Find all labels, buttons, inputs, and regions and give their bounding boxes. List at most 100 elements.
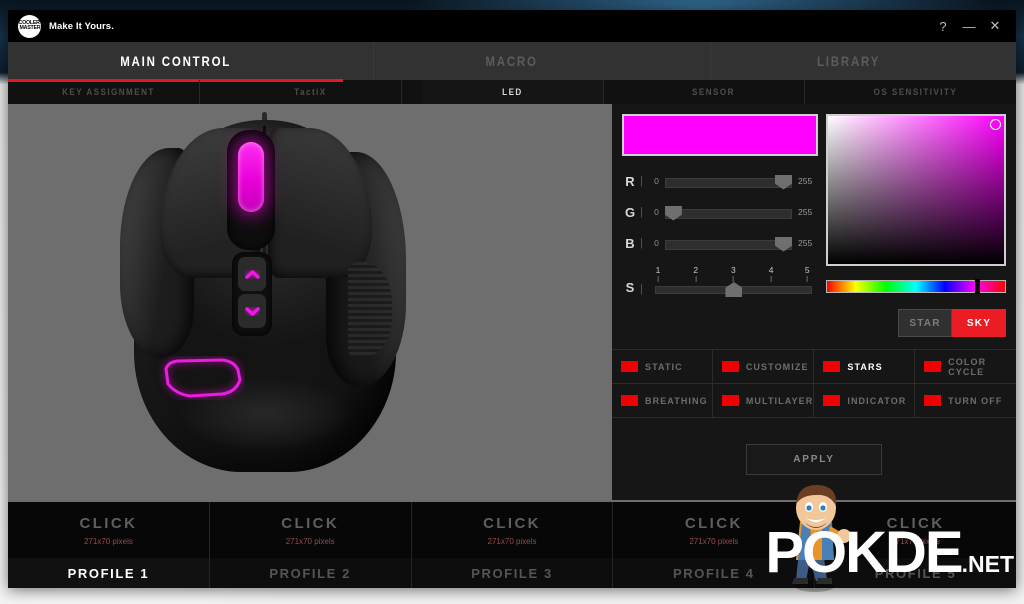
minimize-icon[interactable]: — <box>956 13 982 39</box>
content-body: R | 0 255 G | 0 255 B | 0 255 S | 1 2 3 … <box>8 104 1016 500</box>
chevron-down-icon <box>244 306 260 316</box>
profile-thumbnail[interactable]: CLICK 271x70 pixels <box>411 502 613 558</box>
blue-min-value: 0 <box>654 238 659 248</box>
effect-breathing[interactable]: BREATHING <box>612 384 713 417</box>
apply-section: APPLY <box>612 418 1016 500</box>
profile-name: PROFILE 4 <box>613 558 815 588</box>
effect-indicator[interactable]: INDICATOR <box>814 384 916 417</box>
effect-label: CUSTOMIZE <box>745 361 809 372</box>
tab-library[interactable]: LIBRARY <box>709 42 986 80</box>
speed-tick-3: 3 <box>731 265 736 275</box>
profile-slot-1[interactable]: CLICK 271x70 pixels PROFILE 1 <box>8 502 210 588</box>
effect-color-swatch <box>924 395 942 406</box>
mouse-scroll-wheel-led <box>238 142 264 212</box>
speed-tick-4: 4 <box>768 265 774 275</box>
hue-slider[interactable] <box>826 279 1006 294</box>
blue-slider-track <box>664 239 792 250</box>
profile-slot-2[interactable]: CLICK 271x70 pixels PROFILE 2 <box>209 502 412 588</box>
green-slider[interactable] <box>664 205 792 221</box>
effect-label: INDICATOR <box>847 395 907 406</box>
speed-tick-labels: 1 2 3 4 5 <box>655 265 812 283</box>
red-slider[interactable] <box>664 174 792 190</box>
window-controls: ? — ✕ <box>930 13 1016 39</box>
divider: | <box>640 237 643 249</box>
profile-click-label: CLICK <box>79 514 138 532</box>
effect-label: STARS <box>847 361 883 372</box>
profile-click-label: CLICK <box>886 514 945 532</box>
led-control-panel: R | 0 255 G | 0 255 B | 0 255 S | 1 2 3 … <box>612 104 1016 500</box>
profile-thumbnail[interactable]: CLICK 271x70 pixels <box>209 502 411 558</box>
effect-customize[interactable]: CUSTOMIZE <box>712 350 815 384</box>
subtab-led[interactable]: LED <box>421 80 604 104</box>
effect-color-swatch <box>721 395 739 406</box>
profile-name: PROFILE 1 <box>8 558 209 588</box>
sv-cursor[interactable] <box>990 119 1001 130</box>
effect-turn-off[interactable]: TURN OFF <box>915 384 1016 417</box>
profile-size-hint: 271x70 pixels <box>83 536 133 546</box>
effect-label: BREATHING <box>645 395 708 406</box>
effect-color-cycle[interactable]: COLOR CYCLE <box>915 350 1016 384</box>
profile-name: PROFILE 5 <box>815 558 1016 588</box>
toggle-sky[interactable]: SKY <box>952 309 1006 337</box>
tab-macro[interactable]: MACRO <box>373 42 650 80</box>
speed-label: S <box>625 280 635 295</box>
help-icon[interactable]: ? <box>930 13 956 39</box>
speed-tick-5: 5 <box>804 265 810 275</box>
subtab-tactix[interactable]: TactiX <box>220 80 402 104</box>
effect-color-swatch <box>823 361 841 372</box>
mouse-dpi-up-button <box>238 257 266 291</box>
speed-slider-knob[interactable] <box>725 282 743 297</box>
effect-color-swatch <box>823 395 841 406</box>
chevron-up-icon <box>244 269 260 279</box>
color-preview-swatch[interactable] <box>622 114 818 156</box>
profile-click-label: CLICK <box>281 514 340 532</box>
speed-slider[interactable]: 1 2 3 4 5 <box>654 265 812 297</box>
effect-color-swatch <box>621 395 638 406</box>
profile-thumbnail[interactable]: CLICK 271x70 pixels <box>613 502 815 558</box>
mouse-preview-pane <box>8 104 612 500</box>
subtab-sensor[interactable]: SENSOR <box>623 80 806 104</box>
profile-size-hint: 271x70 pixels <box>487 536 537 546</box>
close-icon[interactable]: ✕ <box>982 13 1008 39</box>
profile-click-label: CLICK <box>684 514 743 532</box>
subtab-key-assignment[interactable]: KEY ASSIGNMENT <box>18 80 200 104</box>
sub-tab-bar: KEY ASSIGNMENT TactiX LED SENSOR OS SENS… <box>8 80 1016 104</box>
effect-color-swatch <box>924 361 942 372</box>
channel-sliders: R | 0 255 G | 0 255 B | 0 255 S | 1 2 3 … <box>622 168 818 297</box>
slider-row-green: G | 0 255 <box>622 199 818 225</box>
blue-slider[interactable] <box>664 236 792 252</box>
saturation-value-field[interactable] <box>826 114 1006 266</box>
brand-logo: COOLER MASTER Make It Yours. <box>8 14 114 38</box>
profile-click-label: CLICK <box>483 514 541 532</box>
hue-slider-cursor[interactable] <box>974 279 980 294</box>
profile-slot-4[interactable]: CLICK 271x70 pixels PROFILE 4 <box>613 502 816 588</box>
apply-button[interactable]: APPLY <box>746 443 882 475</box>
green-min-value: 0 <box>654 207 659 217</box>
profile-thumbnail[interactable]: CLICK 271x70 pixels <box>815 502 1016 558</box>
green-slider-track <box>664 208 792 219</box>
profile-name: PROFILE 3 <box>411 558 613 588</box>
profile-thumbnail[interactable]: CLICK 271x70 pixels <box>8 502 209 558</box>
profile-size-hint: 271x70 pixels <box>891 536 941 546</box>
effect-multilayer[interactable]: MULTILAYER <box>713 384 815 417</box>
red-min-value: 0 <box>654 176 659 186</box>
color-field-group <box>826 114 1006 295</box>
slider-row-blue: B | 0 255 <box>622 230 818 256</box>
tab-main-control[interactable]: MAIN CONTROL <box>38 42 313 80</box>
effect-static[interactable]: STATIC <box>612 350 713 384</box>
brand-line-2: MASTER <box>19 25 40 31</box>
blue-channel-label: B <box>625 235 635 251</box>
divider: | <box>640 283 643 295</box>
main-tab-bar: MAIN CONTROL MACRO LIBRARY <box>8 42 1016 80</box>
subtab-os-sensitivity[interactable]: OS SENSITIVITY <box>825 80 1006 104</box>
green-max-value: 255 <box>798 207 813 217</box>
toggle-star[interactable]: STAR <box>898 309 952 337</box>
brand-tagline: Make It Yours. <box>49 20 114 32</box>
title-bar: COOLER MASTER Make It Yours. ? — ✕ <box>8 10 1016 42</box>
red-slider-track <box>664 177 792 188</box>
effect-stars[interactable]: STARS <box>814 350 916 384</box>
profile-bar: CLICK 271x70 pixels PROFILE 1 CLICK 271x… <box>8 500 1016 588</box>
profile-slot-3[interactable]: CLICK 271x70 pixels PROFILE 3 <box>411 502 614 588</box>
slider-row-red: R | 0 255 <box>622 168 818 194</box>
profile-slot-5[interactable]: CLICK 271x70 pixels PROFILE 5 <box>815 502 1016 588</box>
